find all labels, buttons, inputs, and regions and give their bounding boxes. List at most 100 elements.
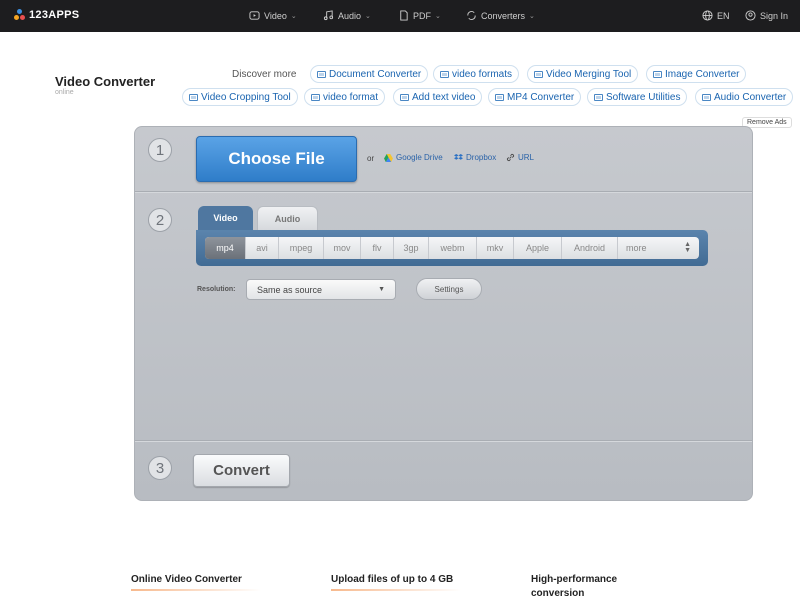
image-icon [400, 93, 409, 101]
globe-icon [702, 10, 713, 21]
format-option[interactable]: mpeg [279, 237, 324, 259]
settings-button[interactable]: Settings [416, 278, 482, 300]
image-icon [594, 93, 603, 101]
remove-ads-button[interactable]: Remove Ads [742, 117, 792, 128]
choose-file-button[interactable]: Choose File [196, 136, 357, 182]
convert-button[interactable]: Convert [193, 454, 290, 487]
format-option[interactable]: mkv [477, 237, 514, 259]
chip-label: Document Converter [329, 68, 422, 80]
nav-pdf[interactable]: PDF ⌄ [398, 10, 441, 21]
feature-title: Online Video Converter [131, 574, 242, 585]
or-label: or [367, 154, 375, 163]
chevron-down-icon: ⌄ [529, 12, 535, 20]
discover-label: Discover more [232, 69, 297, 80]
feature-title: High-performance conversion [531, 574, 618, 599]
dropbox-link[interactable]: Dropbox [454, 153, 496, 162]
chip-link[interactable]: Video Cropping Tool [182, 88, 298, 106]
logo-text: 123APPS [29, 9, 80, 21]
converter-panel: 1 Choose File or Google Drive Dropbox UR… [134, 126, 753, 501]
feature-underline [131, 589, 261, 591]
chip-link[interactable]: video format [304, 88, 386, 106]
image-icon [653, 70, 662, 78]
format-list: mp4 avi mpeg mov flv 3gp webm mkv Apple … [205, 237, 699, 259]
user-icon [745, 10, 756, 21]
chip-label: Audio Converter [714, 91, 787, 103]
google-drive-link[interactable]: Google Drive [384, 153, 443, 162]
chevron-down-icon: ⌄ [290, 12, 297, 20]
chip-label: video formats [452, 68, 513, 80]
chip-link[interactable]: Image Converter [646, 65, 747, 83]
chip-label: Software Utilities [606, 91, 681, 103]
nav-audio[interactable]: Audio ⌄ [323, 10, 371, 21]
pdf-icon [400, 10, 408, 21]
url-link[interactable]: URL [506, 153, 534, 162]
nav-audio-label: Audio [338, 10, 362, 21]
logo[interactable]: 123APPS [14, 9, 79, 21]
sign-in-link[interactable]: Sign In [745, 10, 788, 21]
converters-icon [467, 11, 476, 20]
up-down-arrows-icon: ▲ ▼ [684, 241, 691, 254]
image-icon [702, 93, 711, 101]
image-icon [495, 93, 504, 101]
dropbox-icon [454, 153, 463, 160]
page-subtitle: online [55, 89, 74, 96]
logo-mark-icon [14, 9, 26, 21]
divider [135, 191, 752, 193]
link-icon [506, 153, 515, 162]
format-option[interactable]: Android [562, 237, 618, 259]
format-bar: mp4 avi mpeg mov flv 3gp webm mkv Apple … [196, 230, 708, 266]
nav-video-label: Video [264, 10, 287, 21]
image-icon [189, 93, 198, 101]
top-nav: 123APPS Video ⌄ Audio ⌄ PDF ⌄ Converters… [0, 0, 800, 32]
sign-in-label: Sign In [760, 10, 789, 21]
format-option[interactable]: avi [246, 237, 279, 259]
language-switcher[interactable]: EN [702, 10, 730, 21]
chip-link[interactable]: Video Merging Tool [527, 65, 639, 83]
chip-label: Image Converter [665, 68, 740, 80]
format-option[interactable]: Apple [514, 237, 562, 259]
tab-video[interactable]: Video [198, 206, 253, 230]
step-number: 3 [148, 456, 172, 480]
chip-link[interactable]: Document Converter [310, 65, 429, 83]
nav-converters-label: Converters [481, 10, 526, 21]
format-option[interactable]: flv [361, 237, 394, 259]
google-drive-icon [384, 153, 393, 162]
dropbox-label: Dropbox [466, 153, 497, 162]
chip-label: MP4 Converter [507, 91, 575, 103]
more-formats-dropdown[interactable]: more ▲ ▼ [618, 237, 699, 259]
chip-label: Video Merging Tool [546, 68, 632, 80]
resolution-select[interactable]: Same as source ▼ [246, 279, 396, 300]
nav-pdf-label: PDF [413, 10, 431, 21]
chip-label: video format [323, 91, 379, 103]
chip-label: Add text video [412, 91, 476, 103]
resolution-label: Resolution: [197, 286, 236, 293]
format-option[interactable]: mp4 [205, 237, 246, 259]
nav-converters[interactable]: Converters ⌄ [466, 10, 535, 21]
caret-down-icon: ▼ [378, 286, 385, 293]
chevron-down-icon: ⌄ [365, 12, 371, 20]
music-icon [323, 10, 334, 21]
format-option[interactable]: 3gp [394, 237, 429, 259]
step-number: 1 [148, 138, 172, 162]
image-icon [440, 70, 449, 78]
format-option[interactable]: webm [429, 237, 477, 259]
resolution-value: Same as source [257, 284, 323, 295]
chip-link[interactable]: Add text video [393, 88, 483, 106]
chevron-down-icon: ⌄ [435, 12, 441, 20]
page-title: Video Converter [55, 74, 156, 89]
chip-link[interactable]: MP4 Converter [488, 88, 582, 106]
chip-link[interactable]: Software Utilities [587, 88, 688, 106]
video-icon [249, 11, 260, 20]
more-formats-label: more [626, 243, 647, 253]
chip-link[interactable]: video formats [433, 65, 520, 83]
url-label: URL [518, 153, 535, 162]
image-icon [534, 70, 543, 78]
chip-link[interactable]: Audio Converter [695, 88, 794, 106]
image-icon [311, 93, 320, 101]
tab-audio[interactable]: Audio [257, 206, 318, 230]
divider [135, 440, 752, 442]
language-label: EN [717, 10, 730, 21]
nav-video[interactable]: Video ⌄ [249, 10, 297, 21]
format-option[interactable]: mov [324, 237, 361, 259]
step-number: 2 [148, 208, 172, 232]
